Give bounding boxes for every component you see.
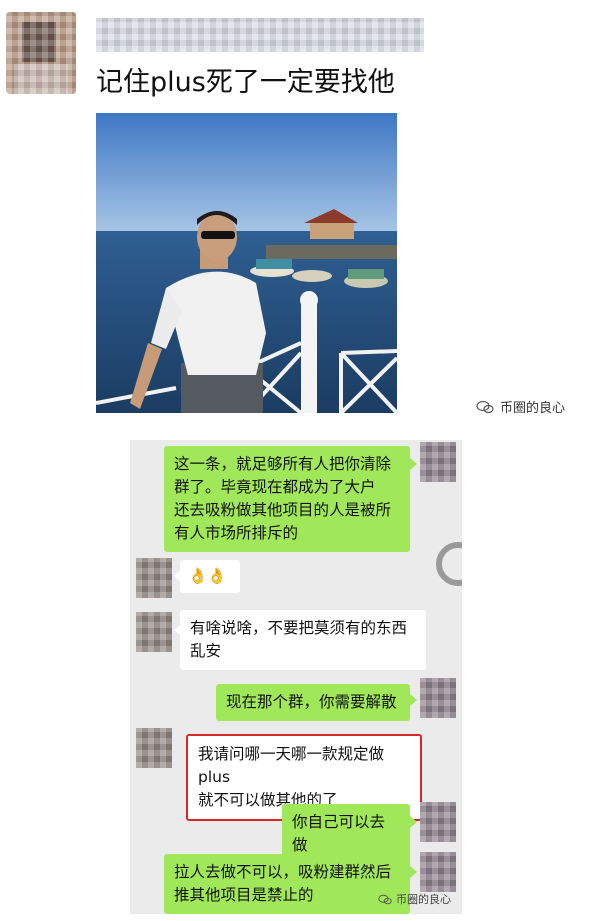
avatar-self[interactable]	[420, 442, 456, 482]
bubble-tail	[410, 866, 417, 878]
message-line: 有啥说啥，不要把莫须有的东西	[190, 619, 408, 637]
message-bubble-right[interactable]: 拉人去做不可以，吸粉建群然后 推其他项目是禁止的	[164, 854, 410, 914]
message-bubble-right[interactable]: 这一条，就足够所有人把你清除 群了。毕竟现在都成为了大户 还去吸粉做其他项目的人…	[164, 446, 410, 552]
avatar-other[interactable]	[136, 728, 172, 768]
message-line: 乱安	[190, 642, 222, 660]
bubble-tail	[410, 816, 417, 828]
avatar-other[interactable]	[136, 612, 172, 652]
post-author-name-blurred	[96, 18, 424, 52]
bubble-tail	[410, 458, 417, 470]
loading-ring-icon	[436, 542, 462, 586]
avatar-self[interactable]	[420, 802, 456, 842]
watermark-bottom: 币圈的良心	[378, 891, 451, 907]
post-text: 记住plus死了一定要找他	[96, 67, 395, 98]
wechat-icon	[378, 894, 392, 904]
message-line: 还去吸粉做其他项目的人是被所	[174, 501, 392, 519]
wechat-icon	[476, 400, 494, 413]
watermark-text-top: 币圈的良心	[500, 401, 566, 416]
avatar-self[interactable]	[420, 678, 456, 718]
watermark-text-bottom: 币圈的良心	[396, 893, 451, 906]
emoji-ok-hands: 👌👌	[188, 567, 227, 585]
watermark-top: 币圈的良心	[476, 397, 565, 416]
message-line: 这一条，就足够所有人把你清除	[174, 455, 392, 473]
message-bubble-left[interactable]: 有啥说啥，不要把莫须有的东西 乱安	[180, 610, 426, 670]
message-line: 有人市场所排斥的	[174, 524, 299, 542]
post-author-avatar[interactable]	[6, 12, 76, 94]
avatar-other[interactable]	[136, 558, 172, 598]
message-line: 现在那个群，你需要解散	[226, 693, 397, 711]
message-line: 我请问哪一天哪一款规定做 plus	[198, 745, 385, 786]
avatar-self[interactable]	[420, 852, 456, 892]
message-line: 拉人去做不可以，吸粉建群然后	[174, 863, 392, 881]
chat-screenshot: 这一条，就足够所有人把你清除 群了。毕竟现在都成为了大户 还去吸粉做其他项目的人…	[130, 440, 462, 914]
message-line: 推其他项目是禁止的	[174, 886, 314, 904]
message-bubble-right[interactable]: 现在那个群，你需要解散	[216, 684, 410, 721]
post-photo[interactable]	[96, 113, 397, 413]
message-bubble-left[interactable]: 👌👌	[180, 560, 240, 593]
bubble-tail	[410, 694, 417, 706]
message-line: 群了。毕竟现在都成为了大户	[174, 478, 376, 496]
message-line: 你自己可以去做	[292, 813, 386, 854]
